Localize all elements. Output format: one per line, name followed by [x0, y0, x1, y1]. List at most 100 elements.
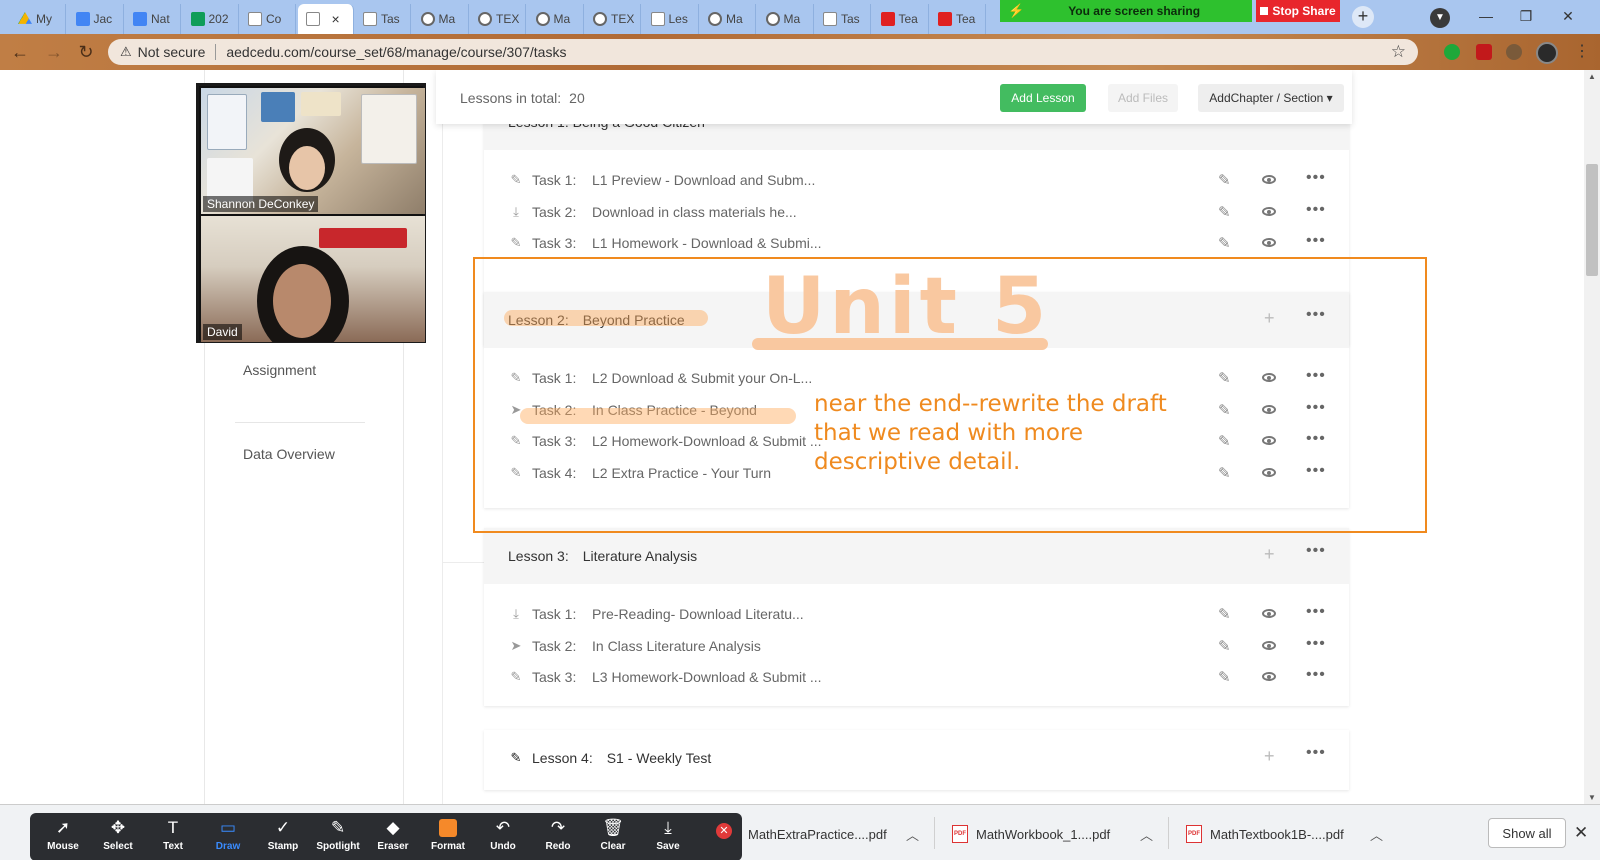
- task-title[interactable]: Pre-Reading- Download Literatu...: [592, 606, 804, 622]
- browser-tab[interactable]: Les: [643, 4, 699, 34]
- more-options-icon[interactable]: •••: [1306, 201, 1326, 219]
- browser-tab[interactable]: Tea: [873, 4, 929, 34]
- browser-tab[interactable]: Tas: [355, 4, 411, 34]
- add-task-icon[interactable]: +: [1264, 746, 1275, 767]
- close-tab-icon[interactable]: ×: [332, 11, 340, 27]
- edit-pencil-icon[interactable]: ✎: [1218, 171, 1231, 189]
- add-task-icon[interactable]: +: [1264, 544, 1275, 565]
- video-tile[interactable]: Shannon DeConkey: [201, 88, 425, 214]
- browser-tab[interactable]: Nat: [125, 4, 181, 34]
- browser-tab[interactable]: Ma: [528, 4, 584, 34]
- task-row[interactable]: ⤓ Task 2: Download in class materials he..…: [484, 198, 1349, 228]
- scroll-thumb[interactable]: [1586, 164, 1598, 276]
- task-row[interactable]: ✎ Task 3: L3 Homework-Download & Submit ..…: [484, 663, 1349, 693]
- browser-tab[interactable]: Ma: [700, 4, 756, 34]
- screen-sharing-banner[interactable]: ⚡ You are screen sharing: [1000, 0, 1252, 22]
- task-row[interactable]: ➤ Task 2: In Class Literature Analysis ✎ •••: [484, 632, 1349, 662]
- show-all-downloads-button[interactable]: Show all: [1488, 818, 1566, 848]
- browser-tab[interactable]: Ma: [758, 4, 814, 34]
- video-tile[interactable]: David: [201, 216, 425, 342]
- restore-button[interactable]: ❐: [1506, 4, 1546, 28]
- more-options-icon[interactable]: •••: [1306, 169, 1326, 187]
- close-window-button[interactable]: ✕: [1548, 4, 1588, 28]
- reload-icon[interactable]: ↻: [76, 42, 96, 62]
- sidebar-item-data-overview[interactable]: Data Overview: [243, 446, 335, 462]
- extensions-puzzle-icon[interactable]: [1506, 44, 1522, 60]
- minimize-button[interactable]: —: [1466, 4, 1506, 28]
- browser-tab[interactable]: Jac: [68, 4, 124, 34]
- more-options-icon[interactable]: •••: [1306, 666, 1326, 684]
- browser-tab[interactable]: TEX: [585, 4, 641, 34]
- new-tab-button[interactable]: +: [1352, 6, 1374, 28]
- tool-draw-button[interactable]: ▭ Draw: [201, 817, 255, 857]
- forward-icon[interactable]: →: [44, 42, 64, 62]
- more-options-icon[interactable]: •••: [1306, 744, 1326, 762]
- edit-pencil-icon[interactable]: ✎: [1218, 637, 1231, 655]
- red-extension-icon[interactable]: [1476, 44, 1492, 60]
- download-item[interactable]: PDF MathTextbook1B-....pdf: [1186, 819, 1344, 849]
- preview-eye-icon[interactable]: [1262, 609, 1276, 618]
- task-title[interactable]: Download in class materials he...: [592, 204, 797, 220]
- task-title[interactable]: L1 Homework - Download & Submi...: [592, 235, 822, 251]
- stop-share-button[interactable]: Stop Share: [1256, 0, 1340, 22]
- chevron-up-icon[interactable]: ︿: [1140, 825, 1153, 844]
- tool-format-button[interactable]: Format: [421, 817, 475, 857]
- preview-eye-icon[interactable]: [1262, 640, 1276, 650]
- browser-menu-icon[interactable]: ⋮: [1574, 42, 1590, 62]
- green-extension-icon[interactable]: [1444, 44, 1460, 60]
- video-gallery[interactable]: Shannon DeConkey David: [196, 83, 426, 343]
- preview-eye-icon[interactable]: [1262, 175, 1276, 184]
- preview-eye-icon[interactable]: [1262, 672, 1276, 681]
- scroll-down-icon[interactable]: ▼: [1584, 793, 1600, 802]
- browser-tab[interactable]: Tas: [815, 4, 871, 34]
- browser-tab[interactable]: ×: [297, 4, 354, 34]
- download-item[interactable]: PDF MathWorkbook_1....pdf: [952, 819, 1110, 849]
- tool-select-button[interactable]: ✥ Select: [91, 817, 145, 857]
- lesson-title[interactable]: Lesson 4: S1 - Weekly Test: [532, 750, 711, 766]
- task-title[interactable]: L1 Preview - Download and Subm...: [592, 172, 815, 188]
- task-row[interactable]: ✎ Task 3: L1 Homework - Download & Submi..…: [484, 229, 1349, 259]
- tool-save-button[interactable]: ⤓ Save: [641, 817, 695, 857]
- browser-tab[interactable]: 202: [183, 4, 239, 34]
- more-options-icon[interactable]: •••: [1306, 542, 1326, 560]
- edit-pencil-icon[interactable]: ✎: [1218, 203, 1231, 221]
- tool-stamp-button[interactable]: ✓ Stamp: [256, 817, 310, 857]
- more-options-icon[interactable]: •••: [1306, 232, 1326, 250]
- tool-spotlight-button[interactable]: ✎ Spotlight: [311, 817, 365, 857]
- tab-search-icon[interactable]: ▼: [1430, 8, 1450, 28]
- add-lesson-button[interactable]: Add Lesson: [1000, 84, 1086, 112]
- edit-pencil-icon[interactable]: ✎: [1218, 234, 1231, 252]
- preview-eye-icon[interactable]: [1262, 238, 1276, 247]
- close-annotation-icon[interactable]: ✕: [716, 823, 732, 839]
- add-chapter-section-button[interactable]: AddChapter / Section ▾: [1198, 84, 1344, 112]
- edit-pencil-icon[interactable]: ✎: [1218, 668, 1231, 686]
- browser-tab[interactable]: Co: [240, 4, 296, 34]
- tool-text-button[interactable]: T Text: [146, 817, 200, 857]
- chevron-up-icon[interactable]: ︿: [1370, 825, 1383, 844]
- download-item[interactable]: MathExtraPractice....pdf: [748, 819, 887, 849]
- address-bar[interactable]: ⚠ Not secure aedcedu.com/course_set/68/m…: [108, 39, 1418, 65]
- task-title[interactable]: L3 Homework-Download & Submit ...: [592, 669, 822, 685]
- bookmark-star-icon[interactable]: ☆: [1391, 42, 1406, 62]
- tool-undo-button[interactable]: ↶ Undo: [476, 817, 530, 857]
- browser-tab[interactable]: Ma: [413, 4, 469, 34]
- back-icon[interactable]: ←: [10, 42, 30, 62]
- close-downloads-icon[interactable]: ✕: [1574, 823, 1588, 843]
- task-title[interactable]: In Class Literature Analysis: [592, 638, 761, 654]
- task-row[interactable]: ⤓ Task 1: Pre-Reading- Download Literatu..…: [484, 600, 1349, 630]
- preview-eye-icon[interactable]: [1262, 206, 1276, 216]
- page-scrollbar[interactable]: ▲ ▼: [1584, 70, 1600, 804]
- browser-tab[interactable]: My: [10, 4, 66, 34]
- add-files-button[interactable]: Add Files: [1108, 84, 1178, 112]
- profile-avatar[interactable]: [1536, 42, 1558, 64]
- browser-tab[interactable]: Tea: [930, 4, 986, 34]
- tool-clear-button[interactable]: 🗑 Clear: [586, 817, 640, 857]
- scroll-up-icon[interactable]: ▲: [1584, 72, 1600, 81]
- tool-mouse-button[interactable]: ➚ Mouse: [36, 817, 90, 857]
- tool-redo-button[interactable]: ↷ Redo: [531, 817, 585, 857]
- edit-pencil-icon[interactable]: ✎: [1218, 605, 1231, 623]
- more-options-icon[interactable]: •••: [1306, 603, 1326, 621]
- more-options-icon[interactable]: •••: [1306, 635, 1326, 653]
- browser-tab[interactable]: TEX: [470, 4, 526, 34]
- lesson-title[interactable]: Lesson 3: Literature Analysis: [508, 548, 697, 564]
